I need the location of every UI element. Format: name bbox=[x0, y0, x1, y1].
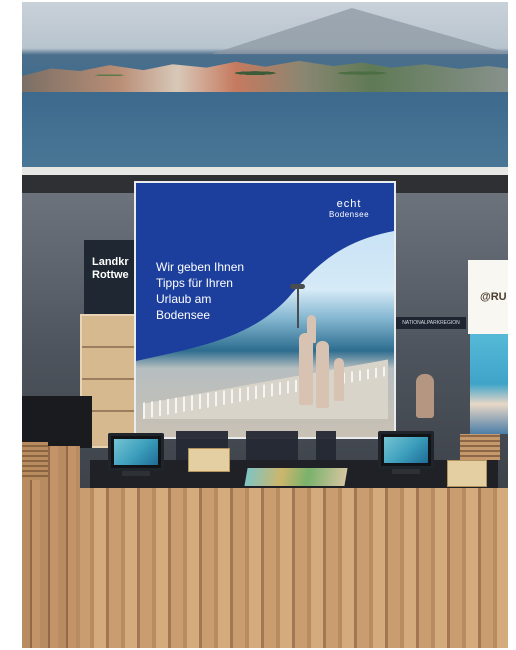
bodensee-poster: echt Bodensee Wir geben Ihnen Tipps für … bbox=[134, 181, 396, 439]
tablet-stand bbox=[122, 471, 150, 476]
brochure-card bbox=[447, 460, 487, 487]
tablet-stand bbox=[392, 469, 420, 474]
echt-bodensee-logo: echt Bodensee bbox=[320, 198, 378, 220]
poster-family-child bbox=[334, 358, 344, 401]
poster-family-person bbox=[299, 333, 313, 405]
right-basket bbox=[460, 434, 500, 460]
echt-logo-text: echt bbox=[336, 198, 362, 210]
bodensee-logo-text: Bodensee bbox=[328, 210, 370, 219]
poster-lamp-post bbox=[297, 286, 299, 328]
poster-family-child bbox=[307, 315, 316, 343]
map-postcard bbox=[244, 468, 348, 486]
shelf-line bbox=[82, 378, 138, 380]
tablet-icon bbox=[378, 431, 434, 469]
visitor-person bbox=[416, 374, 434, 418]
mountain-shape bbox=[212, 8, 508, 54]
lake-banner-image bbox=[22, 2, 508, 167]
tablet-screen bbox=[384, 437, 428, 463]
right-booth-poster bbox=[470, 334, 508, 434]
poster-family-person bbox=[316, 341, 329, 408]
shelf-line bbox=[82, 346, 138, 348]
left-basket bbox=[22, 442, 48, 480]
lakeside-town bbox=[22, 60, 508, 92]
left-counter bbox=[22, 396, 92, 448]
trade-fair-booth-photo: Landkr Rottwe @RU NATIONALPARKREGION ech… bbox=[22, 2, 508, 648]
brochure-card bbox=[188, 448, 230, 472]
right-booth-logo: @RU bbox=[480, 291, 507, 303]
tablet-icon bbox=[108, 433, 164, 471]
poster-headline: Wir geben Ihnen Tipps für Ihren Urlaub a… bbox=[156, 260, 245, 322]
right-small-sign: NATIONALPARKREGION bbox=[396, 317, 466, 329]
left-booth-sign: Landkr Rottwe bbox=[84, 240, 140, 314]
banner-white-edge bbox=[22, 167, 508, 175]
tablet-screen bbox=[114, 439, 158, 465]
wooden-desk-front bbox=[78, 488, 508, 648]
